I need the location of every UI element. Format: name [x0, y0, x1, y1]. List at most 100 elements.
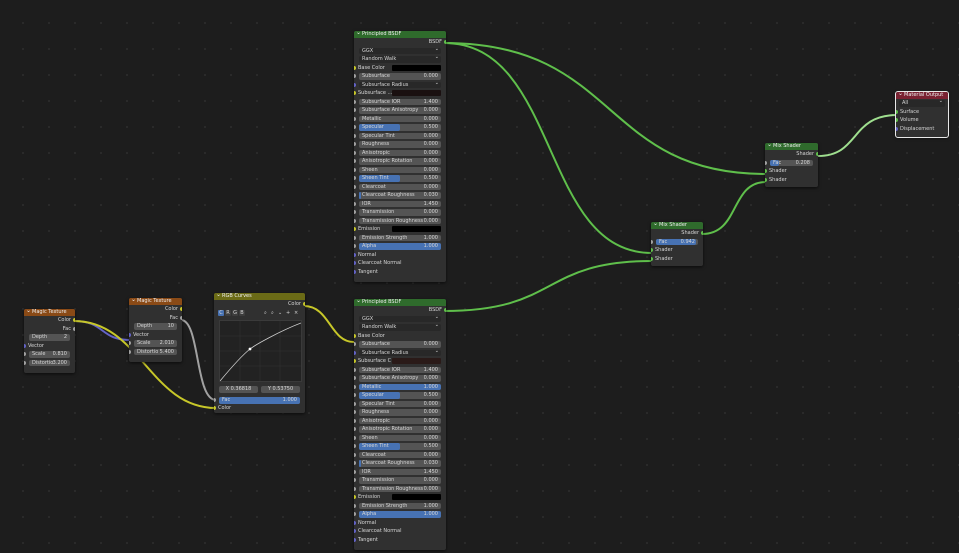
value-socket-icon[interactable] [354, 342, 356, 347]
value-field[interactable]: Anisotropic Rotation 0.000 [359, 426, 441, 433]
input-roughness[interactable]: Roughness 0.000 [354, 408, 446, 417]
input-clearcoat-roughness[interactable]: Clearcoat Roughness 0.030 [354, 459, 446, 468]
input-specular-tint[interactable]: Specular Tint 0.000 [354, 400, 446, 409]
input-sheen-tint[interactable]: Sheen Tint 0.500 [354, 174, 446, 183]
color-socket-icon[interactable] [354, 495, 356, 500]
value-socket-icon[interactable] [354, 478, 356, 483]
shader-socket-icon[interactable] [651, 256, 653, 261]
value-field[interactable]: Subsurface 0.000 [359, 341, 441, 348]
depth-field[interactable]: Depth 2 [24, 333, 75, 342]
dropdown[interactable]: Subsurface Radius [359, 348, 441, 356]
value-socket-icon[interactable] [354, 486, 356, 491]
value-socket-icon[interactable] [354, 142, 356, 147]
channel-tab-b[interactable]: B [239, 309, 245, 316]
scale-field[interactable]: Scale 2.010 [129, 339, 182, 348]
value-field[interactable]: Clearcoat Roughness 0.030 [359, 460, 441, 467]
color-socket-icon[interactable] [354, 91, 356, 96]
color-socket-icon[interactable] [214, 406, 216, 411]
value-socket-icon[interactable] [354, 235, 356, 240]
value-socket-icon[interactable] [354, 461, 356, 466]
subsurface-method-select[interactable]: Random Walk [354, 54, 446, 64]
input-normal[interactable]: Normal [354, 519, 446, 528]
value-field[interactable]: Anisotropic 0.000 [359, 417, 441, 424]
input-clearcoat-roughness[interactable]: Clearcoat Roughness 0.030 [354, 191, 446, 200]
value-socket-icon[interactable] [651, 239, 653, 244]
value-socket-icon[interactable] [354, 418, 356, 423]
vector-socket-icon[interactable] [354, 537, 356, 542]
value-field[interactable]: Subsurface IOR 1.400 [359, 366, 441, 373]
input-emission[interactable]: Emission [354, 493, 446, 502]
vector-socket-icon[interactable] [24, 343, 26, 348]
value-field[interactable]: Specular Tint 0.000 [359, 400, 441, 407]
value-field[interactable]: Subsurface Anisotropy 0.000 [359, 375, 441, 382]
vector-socket-icon[interactable] [354, 82, 356, 87]
vector-socket-icon[interactable] [354, 529, 356, 534]
chevron-down-icon[interactable]: ⌄ [278, 309, 282, 318]
node-header[interactable]: Mix Shader [651, 222, 703, 229]
value-field[interactable]: Alpha 1.000 [359, 243, 441, 250]
value-socket-icon[interactable] [354, 210, 356, 215]
value-socket-icon[interactable] [73, 326, 75, 331]
color-socket-icon[interactable] [354, 333, 356, 338]
shader-socket-icon[interactable] [765, 177, 767, 182]
value-socket-icon[interactable] [354, 435, 356, 440]
magic-texture-node-1[interactable]: Magic Texture Color Fac Depth 2 Vector Sc… [24, 309, 75, 373]
input-sheen[interactable]: Sheen 0.000 [354, 166, 446, 175]
color-swatch[interactable] [392, 90, 441, 96]
value-field[interactable]: Sheen Tint 0.500 [359, 175, 441, 182]
value-socket-icon[interactable] [354, 218, 356, 223]
input-tangent[interactable]: Tangent [354, 536, 446, 545]
node-header[interactable]: Principled BSDF [354, 31, 446, 38]
distortion-field[interactable]: Distortio 3.200 [24, 359, 75, 368]
value-field[interactable]: Subsurface IOR 1.400 [359, 98, 441, 105]
value-socket-icon[interactable] [354, 376, 356, 381]
color-socket-icon[interactable] [303, 302, 305, 307]
shader-socket-icon[interactable] [651, 248, 653, 253]
vector-socket-icon[interactable] [354, 350, 356, 355]
subsurface-method-select[interactable]: Random Walk [354, 322, 446, 332]
input-base-color[interactable]: Base Color [354, 332, 446, 341]
value-socket-icon[interactable] [354, 410, 356, 415]
input-anisotropic-rotation[interactable]: Anisotropic Rotation 0.000 [354, 157, 446, 166]
input-transmission-roughness[interactable]: Transmission Roughness 0.000 [354, 485, 446, 494]
shader-socket-icon[interactable] [816, 152, 818, 157]
value-field[interactable]: IOR 1.450 [359, 468, 441, 475]
shader-socket-icon[interactable] [896, 118, 898, 123]
rgb-curves-node[interactable]: RGB Curves Color CRGB ⌕ ⌕ ⌄ + × X 0.3681… [214, 293, 305, 413]
input-subsurface-radius[interactable]: Subsurface Radius [354, 348, 446, 358]
value-socket-icon[interactable] [765, 160, 767, 165]
vector-socket-icon[interactable] [354, 269, 356, 274]
vector-socket-icon[interactable] [354, 252, 356, 257]
value-field[interactable]: Specular 0.500 [359, 392, 441, 399]
input-roughness[interactable]: Roughness 0.000 [354, 140, 446, 149]
node-header[interactable]: RGB Curves [214, 293, 305, 300]
value-socket-icon[interactable] [354, 469, 356, 474]
color-socket-icon[interactable] [354, 65, 356, 70]
value-field[interactable]: Emission Strength 1.000 [359, 234, 441, 241]
shader-socket-icon[interactable] [701, 231, 703, 236]
shader-socket-icon[interactable] [765, 169, 767, 174]
input-emission-strength[interactable]: Emission Strength 1.000 [354, 234, 446, 243]
node-header[interactable]: Magic Texture [129, 298, 182, 305]
input-anisotropic[interactable]: Anisotropic 0.000 [354, 417, 446, 426]
value-socket-icon[interactable] [180, 315, 182, 320]
base-color-swatch[interactable] [392, 64, 441, 71]
input-sheen-tint[interactable]: Sheen Tint 0.500 [354, 442, 446, 451]
distribution-select[interactable]: GGX [354, 46, 446, 56]
value-field[interactable]: Sheen 0.000 [359, 166, 441, 173]
y-readout[interactable]: Y 0.53750 [261, 386, 300, 393]
value-socket-icon[interactable] [214, 398, 216, 403]
dropdown[interactable]: Subsurface Radius [359, 80, 441, 88]
input-emission-strength[interactable]: Emission Strength 1.000 [354, 502, 446, 511]
value-field[interactable]: Clearcoat Roughness 0.030 [359, 192, 441, 199]
vector-socket-icon[interactable] [354, 520, 356, 525]
value-field[interactable]: Clearcoat 0.000 [359, 451, 441, 458]
value-socket-icon[interactable] [354, 452, 356, 457]
zoom-in-icon[interactable]: ⌕ [264, 309, 267, 318]
value-socket-icon[interactable] [354, 393, 356, 398]
x-readout[interactable]: X 0.36818 [219, 386, 258, 393]
value-field[interactable]: Roughness 0.000 [359, 141, 441, 148]
vector-socket-icon[interactable] [896, 126, 898, 131]
value-field[interactable]: IOR 1.450 [359, 200, 441, 207]
input-subsurface-anisotropy[interactable]: Subsurface Anisotropy 0.000 [354, 374, 446, 383]
